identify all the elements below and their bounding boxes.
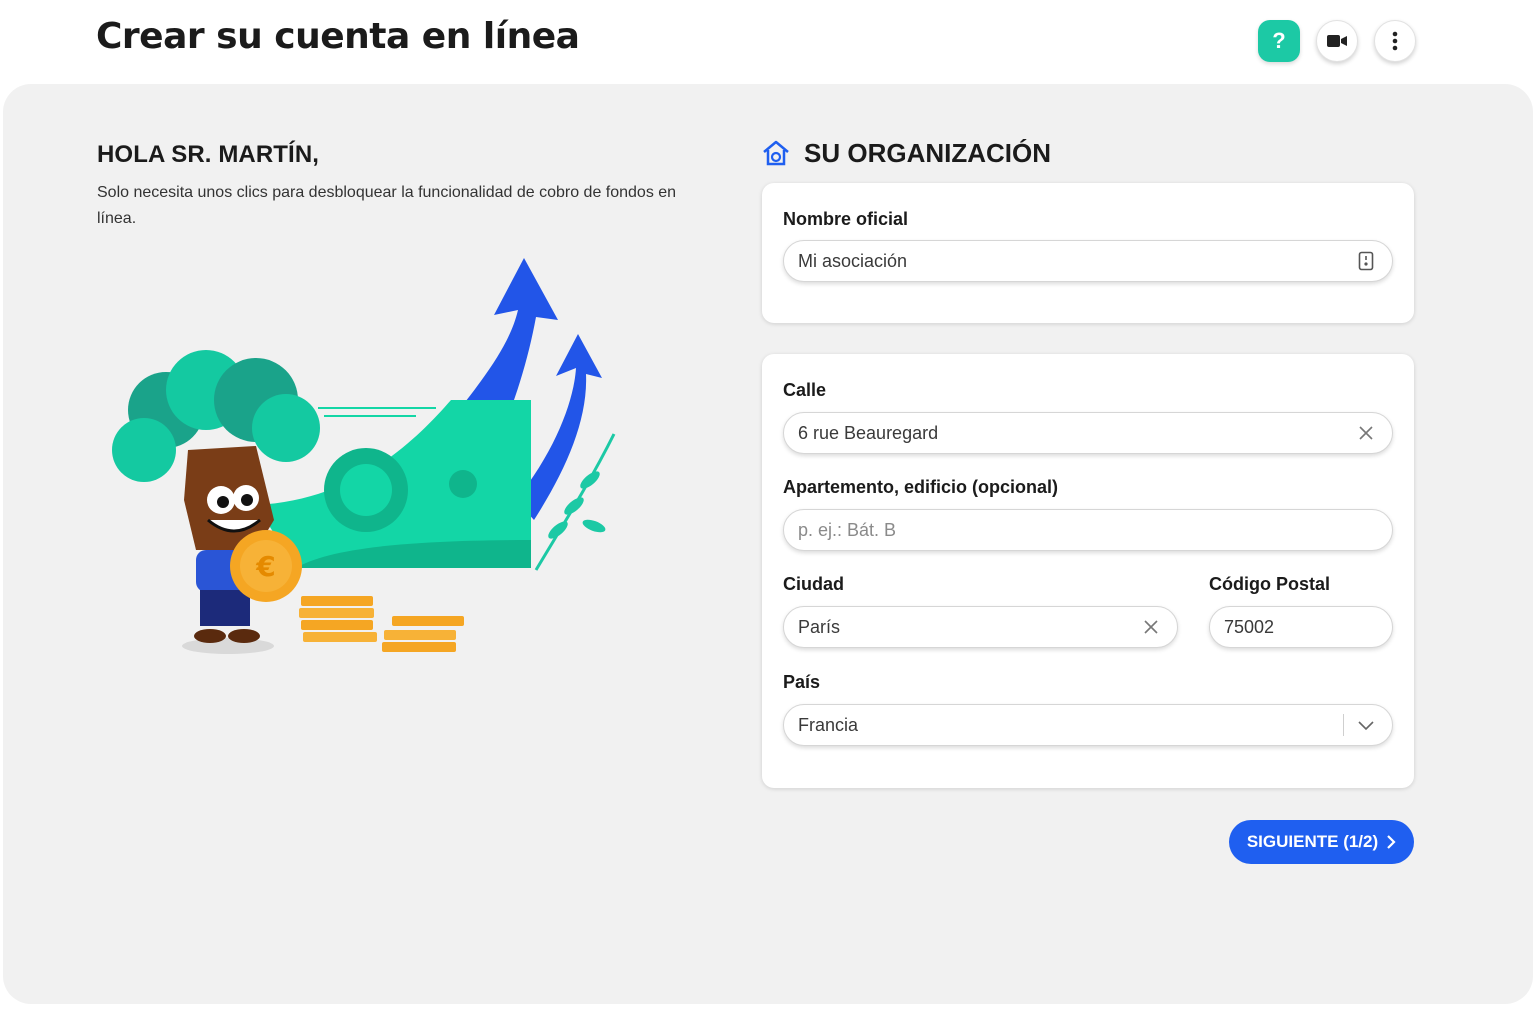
postal-code-label: Código Postal [1209, 574, 1330, 594]
city-field[interactable] [783, 606, 1178, 648]
page-title: Crear su cuenta en línea [96, 16, 580, 57]
apartment-label: Apartemento, edificio (opcional) [783, 477, 1059, 497]
video-button[interactable] [1316, 20, 1358, 62]
street-input[interactable] [798, 422, 1354, 444]
more-options-button[interactable] [1374, 20, 1416, 62]
contact-card-icon[interactable] [1354, 249, 1378, 273]
official-name-card: Nombre oficial [762, 183, 1414, 323]
clear-icon[interactable] [1354, 421, 1378, 445]
greeting-text: Solo necesita unos clics para desbloquea… [97, 184, 677, 227]
country-label: País [783, 672, 821, 692]
home-icon [763, 140, 789, 166]
official-name-label: Nombre oficial [783, 209, 909, 229]
apartment-input[interactable] [798, 519, 1378, 541]
official-name-field[interactable] [783, 240, 1393, 282]
section-title: SU ORGANIZACIÓN [804, 137, 1051, 168]
street-label: Calle [783, 380, 827, 400]
video-camera-icon [1327, 35, 1347, 47]
clear-icon[interactable] [1139, 615, 1163, 639]
next-button-label: SIGUIENTE (1/2) [1246, 832, 1379, 851]
postal-code-input[interactable] [1224, 616, 1456, 638]
city-label: Ciudad [783, 574, 844, 594]
chevron-down-icon[interactable] [1354, 713, 1378, 737]
next-button[interactable]: SIGUIENTE (1/2) [1229, 820, 1414, 864]
chevron-right-icon [1387, 835, 1396, 849]
country-select[interactable] [783, 704, 1393, 746]
greeting-title: HOLA SR. MARTÍN, [97, 141, 320, 168]
help-icon: ? [1272, 28, 1286, 53]
city-input[interactable] [798, 616, 1139, 638]
top-actions: ? [1258, 20, 1416, 62]
coin-stack-icon [299, 596, 464, 652]
postal-code-field[interactable] [1209, 606, 1456, 648]
section-header: SU ORGANIZACIÓN [760, 137, 1051, 169]
more-vertical-icon [1392, 31, 1398, 51]
select-divider [1343, 714, 1344, 736]
apartment-field[interactable] [783, 509, 1393, 551]
svg-text:€: € [255, 550, 275, 583]
street-field[interactable] [783, 412, 1393, 454]
country-value[interactable] [798, 714, 1343, 736]
top-bar: Crear su cuenta en línea ? [0, 0, 1536, 84]
official-name-input[interactable] [798, 250, 1354, 272]
address-card: Calle Apartemento, edificio (opcional) C… [762, 354, 1456, 788]
illustration: € [112, 258, 616, 654]
help-button[interactable]: ? [1258, 20, 1300, 62]
